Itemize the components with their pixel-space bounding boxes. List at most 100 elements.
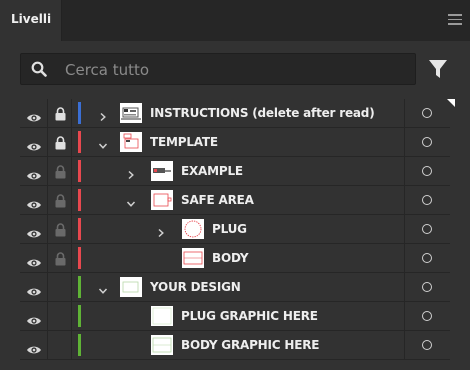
target-circle-icon xyxy=(422,166,432,176)
filter-icon[interactable] xyxy=(428,58,448,80)
hamburger-menu-icon[interactable] xyxy=(448,14,462,25)
layer-color-bar xyxy=(78,102,81,124)
layer-target[interactable] xyxy=(404,128,450,156)
search-icon xyxy=(31,61,47,77)
layer-row[interactable]: PLUG xyxy=(20,215,450,244)
lock-toggle[interactable] xyxy=(48,302,72,330)
target-circle-icon xyxy=(422,253,432,263)
visibility-toggle[interactable] xyxy=(20,331,48,359)
layer-target[interactable] xyxy=(404,302,450,330)
layer-row[interactable]: YOUR DESIGN xyxy=(20,273,450,302)
eye-icon xyxy=(26,253,42,272)
target-circle-icon xyxy=(422,340,432,350)
eye-icon xyxy=(26,224,42,243)
layer-target[interactable] xyxy=(404,157,450,185)
lock-icon xyxy=(55,135,66,154)
layer-thumbnail xyxy=(120,132,142,152)
lock-toggle[interactable] xyxy=(48,331,72,359)
layer-target[interactable] xyxy=(404,331,450,359)
layer-color-bar xyxy=(78,131,81,153)
layer-name: INSTRUCTIONS (delete after read) xyxy=(150,106,375,120)
layer-name: BODY GRAPHIC HERE xyxy=(181,338,320,352)
tab-label: Livelli xyxy=(11,12,52,26)
eye-icon xyxy=(26,311,42,330)
tab-livelli[interactable]: Livelli xyxy=(0,0,62,41)
chevron-right-icon[interactable] xyxy=(98,107,108,122)
target-circle-icon xyxy=(422,311,432,321)
lock-icon xyxy=(55,193,66,212)
layer-color-bar xyxy=(78,305,81,327)
lock-toggle[interactable] xyxy=(48,157,72,185)
layer-thumbnail xyxy=(151,161,173,181)
visibility-toggle[interactable] xyxy=(20,99,48,127)
target-circle-icon xyxy=(422,224,432,234)
eye-icon xyxy=(26,340,42,359)
visibility-toggle[interactable] xyxy=(20,273,48,301)
chevron-right-icon[interactable] xyxy=(126,165,136,180)
layer-color-bar xyxy=(78,247,81,269)
layers-panel: Livelli INSTRUCTIONS (delete after read)… xyxy=(0,0,470,370)
lock-toggle[interactable] xyxy=(48,273,72,301)
layer-name: TEMPLATE xyxy=(150,135,218,149)
layer-row[interactable]: SAFE AREA xyxy=(20,186,450,215)
layer-thumbnail xyxy=(151,190,173,210)
panel-tab-bar: Livelli xyxy=(0,0,470,41)
target-circle-icon xyxy=(422,195,432,205)
visibility-toggle[interactable] xyxy=(20,244,48,272)
layer-color-bar xyxy=(78,276,81,298)
layer-color-bar xyxy=(78,189,81,211)
target-circle-icon xyxy=(422,282,432,292)
layer-name: YOUR DESIGN xyxy=(150,280,241,294)
layer-row[interactable]: BODY GRAPHIC HERE xyxy=(20,331,450,360)
visibility-toggle[interactable] xyxy=(20,215,48,243)
layer-thumbnail xyxy=(182,248,204,268)
lock-icon xyxy=(55,106,66,125)
target-circle-icon xyxy=(422,108,432,118)
layer-target[interactable] xyxy=(404,273,450,301)
lock-toggle[interactable] xyxy=(48,186,72,214)
lock-icon xyxy=(55,222,66,241)
layer-row[interactable]: INSTRUCTIONS (delete after read) xyxy=(20,99,450,128)
layer-name: SAFE AREA xyxy=(181,193,254,207)
layer-name: PLUG GRAPHIC HERE xyxy=(181,309,318,323)
layer-target[interactable] xyxy=(404,99,450,127)
layer-thumbnail xyxy=(120,103,142,123)
layer-name: PLUG xyxy=(212,222,247,236)
chevron-down-icon[interactable] xyxy=(126,194,136,207)
chevron-right-icon[interactable] xyxy=(156,223,166,238)
layer-name: EXAMPLE xyxy=(181,164,243,178)
layer-row[interactable]: BODY xyxy=(20,244,450,273)
layer-row[interactable]: PLUG GRAPHIC HERE xyxy=(20,302,450,331)
eye-icon xyxy=(26,108,42,127)
lock-toggle[interactable] xyxy=(48,128,72,156)
layer-color-bar xyxy=(78,160,81,182)
layer-row[interactable]: EXAMPLE xyxy=(20,157,450,186)
lock-toggle[interactable] xyxy=(48,215,72,243)
eye-icon xyxy=(26,166,42,185)
layer-name: BODY xyxy=(212,251,249,265)
layer-target[interactable] xyxy=(404,215,450,243)
layer-row[interactable]: TEMPLATE xyxy=(20,128,450,157)
lock-toggle[interactable] xyxy=(48,99,72,127)
visibility-toggle[interactable] xyxy=(20,302,48,330)
eye-icon xyxy=(26,282,42,301)
layer-color-bar xyxy=(78,334,81,356)
visibility-toggle[interactable] xyxy=(20,157,48,185)
lock-icon xyxy=(55,164,66,183)
target-circle-icon xyxy=(422,137,432,147)
layer-thumbnail xyxy=(120,277,142,297)
visibility-toggle[interactable] xyxy=(20,128,48,156)
layer-target[interactable] xyxy=(404,244,450,272)
layer-target[interactable] xyxy=(404,186,450,214)
chevron-down-icon[interactable] xyxy=(98,281,108,294)
visibility-toggle[interactable] xyxy=(20,186,48,214)
chevron-down-icon[interactable] xyxy=(98,136,108,149)
lock-toggle[interactable] xyxy=(48,244,72,272)
layer-color-bar xyxy=(78,218,81,240)
layer-list: INSTRUCTIONS (delete after read) TEMPLATE… xyxy=(20,99,450,360)
search-input[interactable] xyxy=(65,59,405,81)
lock-icon xyxy=(55,251,66,270)
layer-thumbnail xyxy=(182,219,204,239)
eye-icon xyxy=(26,195,42,214)
layer-thumbnail xyxy=(151,306,173,326)
